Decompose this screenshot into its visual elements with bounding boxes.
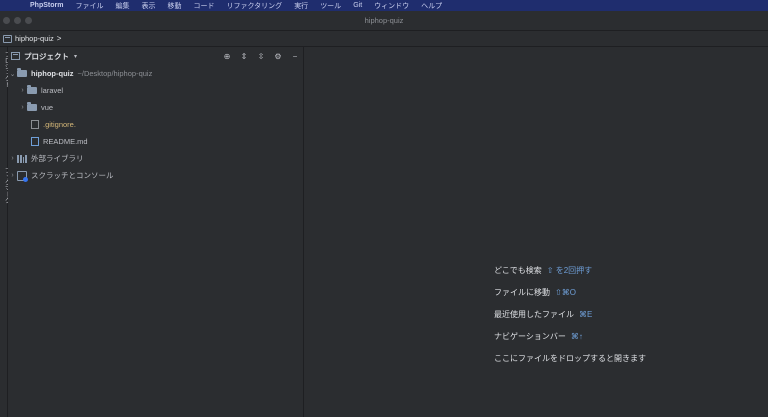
project-folder-icon (3, 34, 12, 43)
tree-label-scratches: スクラッチとコンソール (31, 171, 114, 180)
collapse-all-icon[interactable]: ⇳ (256, 51, 266, 61)
window-title: hiphop-quiz (364, 16, 404, 25)
menu-file[interactable]: ファイル (75, 1, 103, 11)
hint-recent-files: 最近使用したファイル ⌘E (494, 303, 646, 325)
menu-window[interactable]: ウィンドウ (374, 1, 409, 11)
chevron-down-icon[interactable]: ⌄ (8, 70, 17, 78)
menu-run[interactable]: 実行 (294, 1, 308, 11)
select-opened-file-icon[interactable]: ⊕ (222, 51, 232, 61)
tree-row-laravel[interactable]: › laravel (18, 82, 63, 99)
tree-row-vue[interactable]: › vue (18, 99, 53, 116)
hint-text: ファイルに移動 (494, 287, 550, 297)
tree-row-readme[interactable]: README.md (31, 133, 88, 150)
menu-git[interactable]: Git (353, 2, 362, 9)
editor-empty-hints: どこでも検索 ⇧ を2回押す ファイルに移動 ⇧⌘O 最近使用したファイル ⌘E… (494, 259, 646, 369)
hint-shortcut: ⌘↑ (570, 331, 583, 341)
tree-label-laravel: laravel (41, 86, 64, 95)
project-tool-window: プロジェクト ▾ ⊕ ⇕ ⇳ ⚙ − ⌄ hiphop-quiz ~/Deskt… (8, 47, 304, 417)
chevron-right-icon[interactable]: › (18, 87, 27, 94)
expand-all-icon[interactable]: ⇕ (239, 51, 249, 61)
menu-code[interactable]: コード (193, 1, 214, 11)
tree-label-gitignore: .gitignore. (43, 120, 76, 129)
editor-area[interactable]: どこでも検索 ⇧ を2回押す ファイルに移動 ⇧⌘O 最近使用したファイル ⌘E… (304, 47, 768, 417)
menu-help[interactable]: ヘルプ (421, 1, 442, 11)
hint-text: ナビゲーションバー (494, 331, 566, 341)
tree-row-root[interactable]: ⌄ hiphop-quiz ~/Desktop/hiphop-quiz (8, 65, 152, 82)
tree-root-path: ~/Desktop/hiphop-quiz (77, 69, 153, 78)
folder-icon (27, 102, 37, 111)
window-title-bar: hiphop-quiz (0, 11, 768, 31)
hint-navigation-bar: ナビゲーションバー ⌘↑ (494, 325, 646, 347)
hint-text: どこでも検索 (494, 265, 542, 275)
tree-row-scratches[interactable]: › スクラッチとコンソール (8, 167, 114, 184)
chevron-right-icon[interactable]: › (18, 104, 27, 111)
macos-menu-bar: PhpStorm ファイル 編集 表示 移動 コード リファクタリング 実行 ツ… (0, 0, 768, 11)
markdown-file-icon (31, 137, 39, 146)
hint-shortcut: ⇧ を2回押す (546, 265, 593, 275)
breadcrumb-chevron-icon: > (56, 34, 62, 43)
hint-search-everywhere: どこでも検索 ⇧ を2回押す (494, 259, 646, 281)
hint-go-to-file: ファイルに移動 ⇧⌘O (494, 281, 646, 303)
menu-edit[interactable]: 編集 (115, 1, 129, 11)
project-panel-title[interactable]: プロジェクト (24, 51, 69, 62)
folder-icon (17, 68, 27, 77)
hint-drop-files: ここにファイルをドロップすると開きます (494, 347, 646, 369)
tree-row-external-libraries[interactable]: › 外部ライブラリ (8, 150, 84, 167)
chevron-right-icon[interactable]: › (8, 172, 17, 179)
project-panel-header: プロジェクト ▾ ⊕ ⇕ ⇳ ⚙ − (8, 47, 303, 65)
file-icon (31, 120, 39, 129)
folder-icon (27, 85, 37, 94)
menu-tools[interactable]: ツール (320, 1, 341, 11)
hint-shortcut: ⇧⌘O (555, 287, 576, 297)
project-view-icon (11, 52, 20, 60)
hint-text: 最近使用したファイル (494, 309, 574, 319)
tree-root-label: hiphop-quiz (31, 69, 74, 78)
view-dropdown-icon[interactable]: ▾ (74, 53, 77, 60)
hint-shortcut: ⌘E (579, 309, 593, 319)
menu-navigate[interactable]: 移動 (167, 1, 181, 11)
scratches-icon (17, 170, 28, 182)
menu-view[interactable]: 表示 (141, 1, 155, 11)
chevron-right-icon[interactable]: › (8, 155, 17, 162)
breadcrumb-project[interactable]: hiphop-quiz (15, 34, 54, 43)
hide-panel-icon[interactable]: − (290, 51, 300, 61)
hint-text: ここにファイルをドロップすると開きます (494, 353, 646, 363)
tree-row-gitignore[interactable]: .gitignore. (31, 116, 76, 133)
tool-window-stripe: プロジェクト ブックマーク (0, 47, 10, 417)
library-icon (17, 154, 27, 163)
navigation-bar: hiphop-quiz > (0, 31, 768, 47)
gear-icon[interactable]: ⚙ (273, 51, 283, 61)
tree-label-vue: vue (41, 103, 54, 112)
menu-refactor[interactable]: リファクタリング (226, 1, 282, 11)
tree-label-external-libraries: 外部ライブラリ (31, 154, 84, 163)
menu-app-phpstorm[interactable]: PhpStorm (30, 2, 63, 9)
tree-label-readme: README.md (43, 137, 88, 146)
project-panel-toolbar: ⊕ ⇕ ⇳ ⚙ − (222, 51, 300, 61)
